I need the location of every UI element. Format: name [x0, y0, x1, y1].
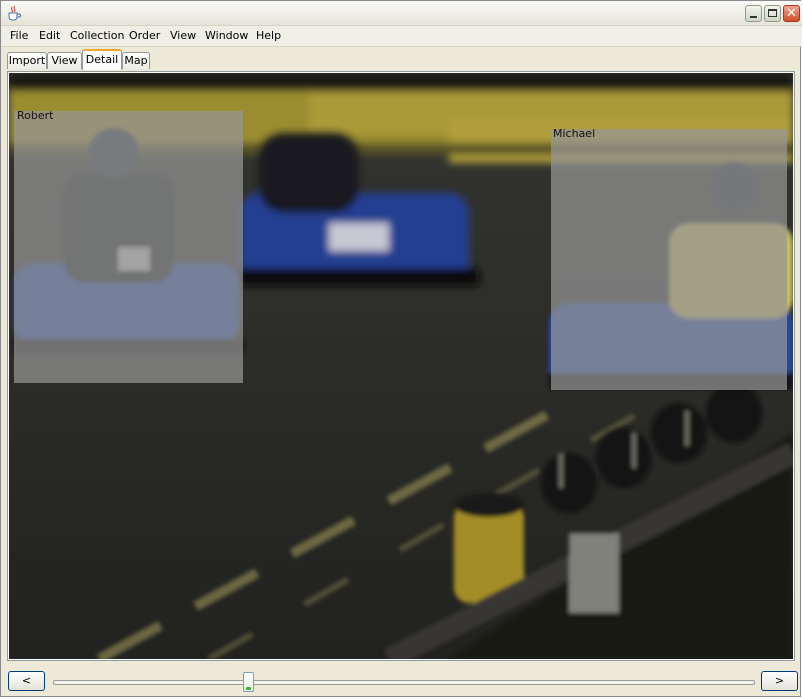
close-button[interactable]: ✕: [783, 5, 800, 22]
face-box-michael[interactable]: [551, 129, 787, 390]
tab-map[interactable]: Map: [122, 52, 150, 69]
menu-collection[interactable]: Collection: [70, 29, 124, 42]
detail-panel: Robert Michael: [7, 71, 795, 661]
tab-strip: Import View Detail Map: [1, 47, 802, 71]
tab-import[interactable]: Import: [7, 52, 47, 69]
face-box-robert[interactable]: [14, 111, 243, 383]
menu-help[interactable]: Help: [256, 29, 281, 42]
image-slider-track[interactable]: [53, 680, 755, 685]
minimize-button[interactable]: [745, 5, 762, 22]
face-label-robert: Robert: [17, 109, 54, 122]
minimize-icon: [750, 16, 757, 18]
face-label-michael: Michael: [553, 127, 596, 140]
close-icon: ✕: [786, 6, 797, 21]
tab-view[interactable]: View: [47, 52, 82, 69]
app-window: ✕ File Edit Collection Order View Window…: [0, 0, 802, 697]
java-cup-icon: [6, 5, 22, 21]
image-slider-thumb[interactable]: [243, 672, 254, 692]
tab-detail[interactable]: Detail: [82, 49, 122, 70]
menu-edit[interactable]: Edit: [39, 29, 60, 42]
previous-button[interactable]: <: [8, 671, 45, 691]
go-kart-photo: Robert Michael: [9, 73, 793, 659]
menu-order[interactable]: Order: [129, 29, 160, 42]
menu-window[interactable]: Window: [205, 29, 248, 42]
menu-bar: File Edit Collection Order View Window H…: [1, 26, 802, 47]
menu-view[interactable]: View: [170, 29, 196, 42]
title-bar[interactable]: ✕: [1, 1, 802, 26]
next-button[interactable]: >: [761, 671, 798, 691]
maximize-icon: [768, 9, 777, 17]
maximize-button[interactable]: [764, 5, 781, 22]
menu-file[interactable]: File: [10, 29, 28, 42]
